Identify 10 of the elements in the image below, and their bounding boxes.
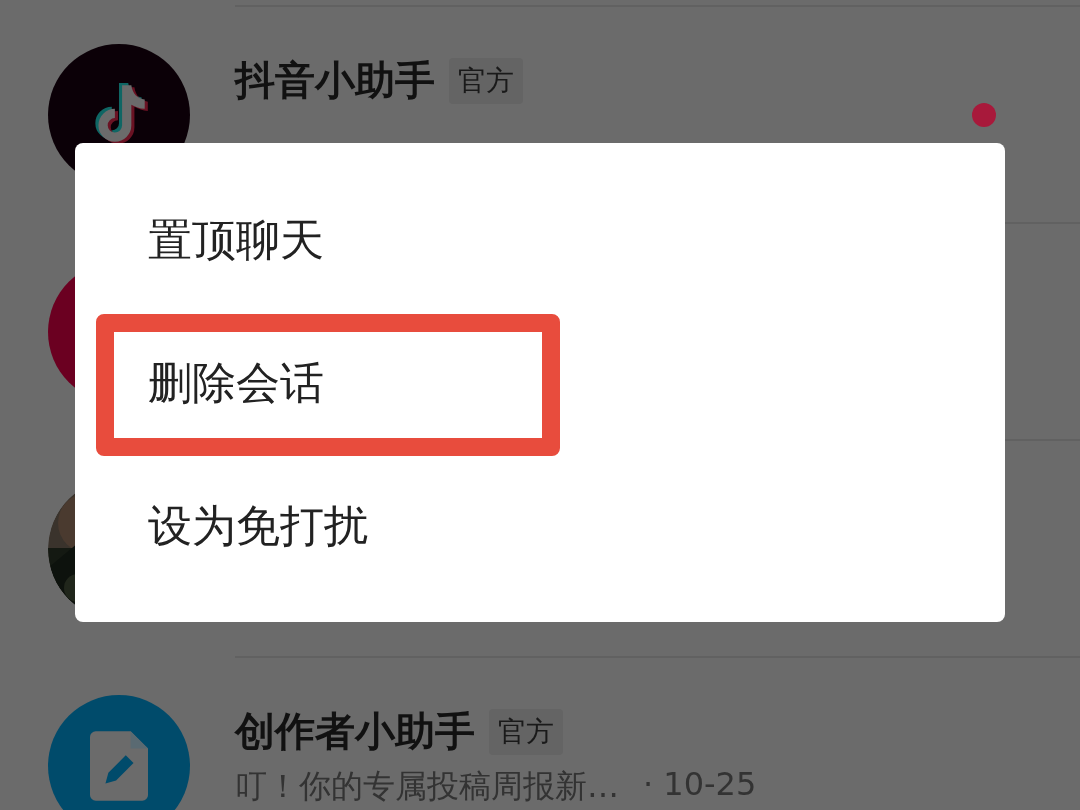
official-badge: 官方 (489, 708, 563, 755)
official-badge: 官方 (449, 57, 523, 104)
menu-item[interactable]: 设为免打扰 (148, 497, 368, 556)
message-preview: 叮！你的专属投稿周报新… (235, 766, 619, 807)
menu-item[interactable]: 删除会话 (148, 354, 324, 413)
document-edit-icon (90, 731, 148, 801)
contact-name: 抖音小助手 (235, 56, 435, 105)
contact-name: 创作者小助手 (235, 707, 475, 756)
message-time: · 10-25 (643, 765, 757, 805)
menu-item[interactable]: 置顶聊天 (148, 211, 324, 270)
